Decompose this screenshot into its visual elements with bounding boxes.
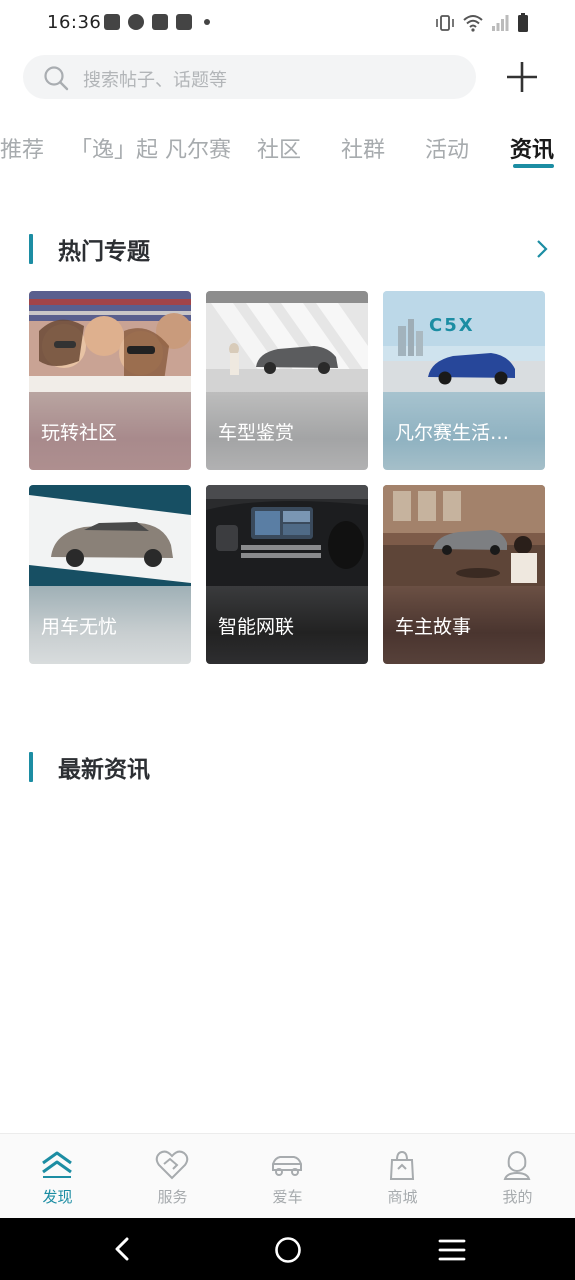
latest-news-title: 最新资讯 xyxy=(58,757,150,783)
topic-card-models[interactable]: 车型鉴赏 xyxy=(206,291,368,470)
car-icon xyxy=(272,1156,302,1176)
tab-recommend[interactable]: 推荐 xyxy=(0,132,44,164)
status-indicators xyxy=(435,13,529,33)
topic-card-label: 智能网联 xyxy=(218,616,295,638)
bag-notification-icon xyxy=(104,14,120,30)
nav-label: 商城 xyxy=(387,1188,418,1206)
nav-label: 发现 xyxy=(42,1188,73,1206)
bottom-navigation: 发现 服务 爱车 商城 我的 xyxy=(0,1133,575,1218)
section-accent-bar xyxy=(29,752,33,782)
topic-card-versailles-life[interactable]: C5X 凡尔赛生活… xyxy=(383,291,545,470)
status-time: 16:36 xyxy=(47,12,102,33)
suv-photo xyxy=(29,485,191,586)
nav-mall[interactable]: 商城 xyxy=(345,1134,460,1219)
wifi-icon xyxy=(463,15,483,32)
friends-photo xyxy=(29,291,191,392)
add-post-button[interactable] xyxy=(503,58,541,96)
tab-events[interactable]: 活动 xyxy=(425,132,469,164)
bag-notification-icon xyxy=(176,14,192,30)
topic-card-label: 车型鉴赏 xyxy=(218,422,295,444)
topic-card-label: 玩转社区 xyxy=(41,422,118,444)
category-tabs: 推荐 「逸」起 凡尔赛 社区 社群 活动 资讯 xyxy=(0,126,575,176)
tab-news[interactable]: 资讯 xyxy=(510,132,554,164)
shopping-bag-icon xyxy=(389,1150,415,1180)
back-icon[interactable] xyxy=(110,1236,134,1262)
nav-label: 我的 xyxy=(502,1188,533,1206)
status-notifications xyxy=(104,14,210,30)
signal-icon xyxy=(492,15,509,31)
home-icon[interactable] xyxy=(274,1236,302,1264)
gauge-notification-icon xyxy=(128,14,144,30)
vibrate-icon xyxy=(436,15,454,31)
c5x-car-photo: C5X xyxy=(383,291,545,392)
nav-service[interactable]: 服务 xyxy=(115,1134,230,1219)
hot-topics-title: 热门专题 xyxy=(58,239,150,265)
nav-discover[interactable]: 发现 xyxy=(0,1134,115,1219)
handshake-heart-icon xyxy=(155,1150,189,1180)
more-notifications-icon xyxy=(204,19,210,25)
search-placeholder: 搜索帖子、话题等 xyxy=(83,70,227,91)
profile-icon xyxy=(503,1150,531,1180)
system-navigation-bar xyxy=(0,1218,575,1280)
recent-apps-icon[interactable] xyxy=(438,1238,466,1262)
topic-card-label: 用车无忧 xyxy=(41,616,118,638)
status-bar: 16:36 xyxy=(0,0,575,48)
tab-versailles[interactable]: 「逸」起 凡尔赛 xyxy=(70,132,231,164)
bag-notification-icon xyxy=(152,14,168,30)
search-row: 搜索帖子、话题等 xyxy=(0,54,575,100)
search-icon xyxy=(44,66,69,91)
topic-card-community[interactable]: 玩转社区 xyxy=(29,291,191,470)
nav-label: 爱车 xyxy=(272,1188,303,1206)
discover-chevrons-icon xyxy=(42,1151,72,1178)
latest-news-header: 最新资讯 xyxy=(29,750,549,784)
search-input[interactable]: 搜索帖子、话题等 xyxy=(23,55,476,99)
nav-label: 服务 xyxy=(157,1188,188,1206)
topic-card-label: 凡尔赛生活… xyxy=(395,422,510,444)
section-accent-bar xyxy=(29,234,33,264)
battery-icon xyxy=(518,13,528,32)
active-tab-indicator xyxy=(513,164,554,168)
nav-my-car[interactable]: 爱车 xyxy=(230,1134,345,1219)
svg-text:C5X: C5X xyxy=(429,315,475,336)
tab-community[interactable]: 社区 xyxy=(257,132,301,164)
hot-topics-header: 热门专题 xyxy=(29,232,549,266)
car-showroom-photo xyxy=(206,291,368,392)
tab-groups[interactable]: 社群 xyxy=(341,132,385,164)
nav-profile[interactable]: 我的 xyxy=(460,1134,575,1219)
topic-card-smart-connect[interactable]: 智能网联 xyxy=(206,485,368,664)
topic-card-worry-free[interactable]: 用车无忧 xyxy=(29,485,191,664)
owner-cafe-photo xyxy=(383,485,545,586)
topic-card-label: 车主故事 xyxy=(395,616,472,638)
topic-card-owner-stories[interactable]: 车主故事 xyxy=(383,485,545,664)
car-interior-photo xyxy=(206,485,368,586)
chevron-right-icon[interactable] xyxy=(535,238,549,260)
